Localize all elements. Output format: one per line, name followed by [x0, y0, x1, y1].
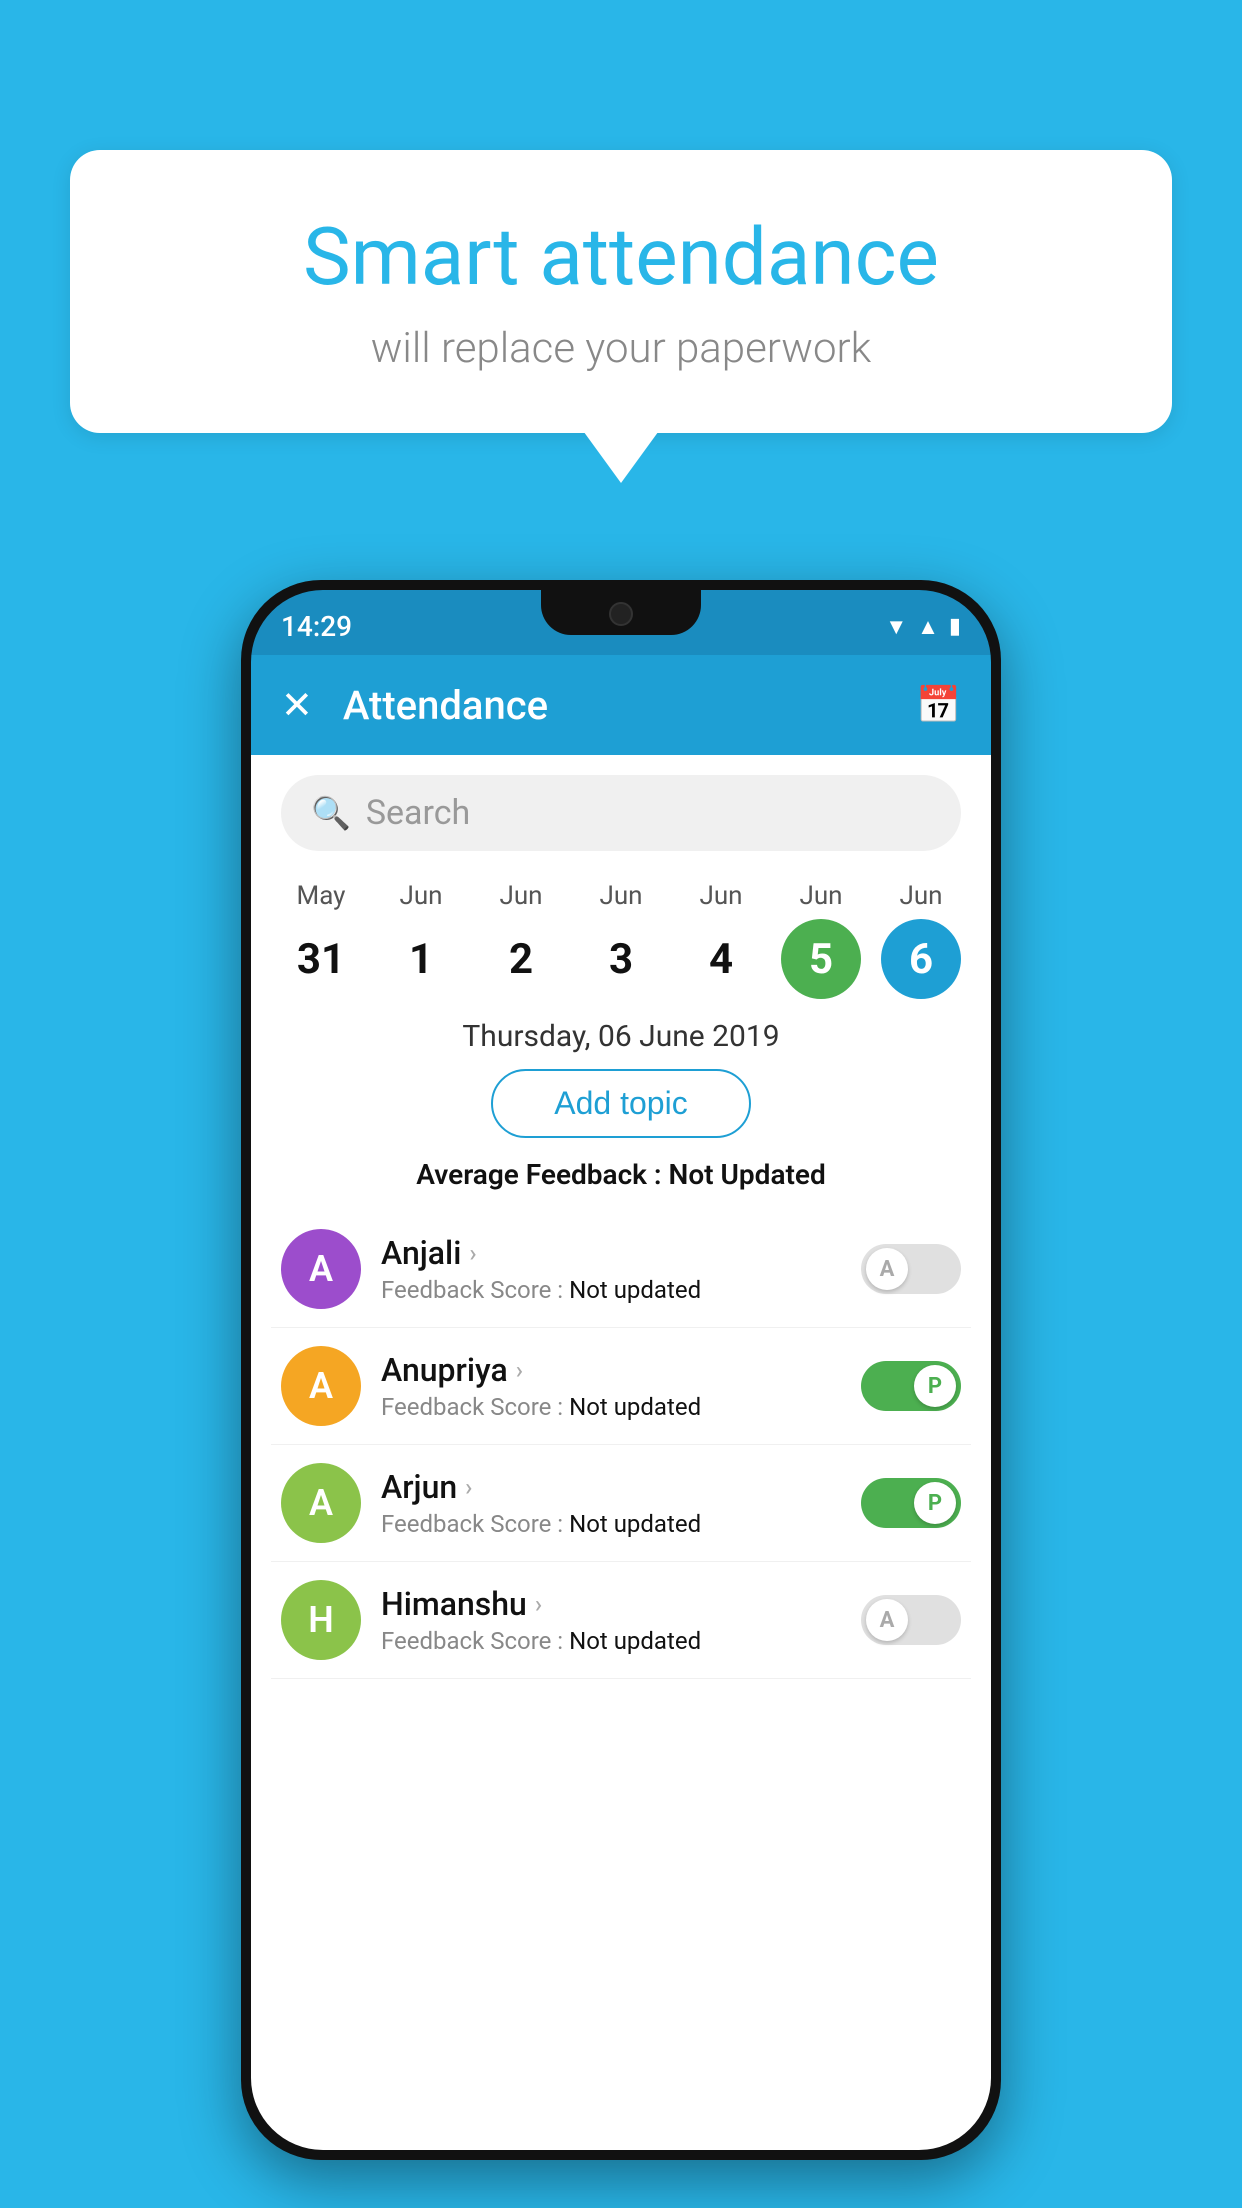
avg-feedback-value: Not Updated: [669, 1158, 826, 1191]
app-bar: ✕ Attendance 📅: [251, 655, 991, 755]
calendar-day-2[interactable]: Jun 2: [474, 881, 569, 999]
calendar-strip: May 31 Jun 1 Jun 2 Jun 3 Jun 4 Jun 5 Jun 6: [251, 871, 991, 999]
speech-bubble-container: Smart attendance will replace your paper…: [70, 150, 1172, 433]
phone-inner: 14:29 ▼ ▲ ▮ ✕ Attendance 📅 🔍 Search May 3…: [251, 590, 991, 2150]
student-name-2[interactable]: Arjun ›: [381, 1468, 841, 1506]
student-name-0[interactable]: Anjali ›: [381, 1234, 841, 1272]
toggle-container-0[interactable]: A: [861, 1244, 961, 1294]
avg-feedback: Average Feedback : Not Updated: [251, 1158, 991, 1191]
wifi-icon: ▼: [885, 614, 907, 640]
chevron-icon: ›: [465, 1473, 472, 1501]
cal-date[interactable]: 6: [881, 919, 961, 999]
cal-date[interactable]: 5: [781, 919, 861, 999]
calendar-icon[interactable]: 📅: [916, 684, 961, 726]
signal-icon: ▲: [917, 614, 939, 640]
cal-date[interactable]: 4: [681, 919, 761, 999]
student-feedback-1: Feedback Score : Not updated: [381, 1393, 841, 1421]
student-item-3[interactable]: H Himanshu › Feedback Score : Not updated A: [271, 1562, 971, 1679]
avg-feedback-label: Average Feedback :: [416, 1158, 668, 1191]
chevron-icon: ›: [516, 1356, 523, 1384]
cal-month: May: [297, 881, 346, 911]
student-feedback-3: Feedback Score : Not updated: [381, 1627, 841, 1655]
calendar-day-6[interactable]: Jun 6: [874, 881, 969, 999]
cal-date[interactable]: 1: [381, 919, 461, 999]
student-avatar-1: A: [281, 1346, 361, 1426]
calendar-day-1[interactable]: Jun 1: [374, 881, 469, 999]
cal-month: Jun: [399, 881, 442, 911]
cal-month: Jun: [799, 881, 842, 911]
cal-month: Jun: [699, 881, 742, 911]
calendar-day-4[interactable]: Jun 4: [674, 881, 769, 999]
cal-month: Jun: [499, 881, 542, 911]
student-info-2: Arjun › Feedback Score : Not updated: [381, 1468, 841, 1538]
student-info-3: Himanshu › Feedback Score : Not updated: [381, 1585, 841, 1655]
screen-content: 🔍 Search May 31 Jun 1 Jun 2 Jun 3 Jun 4 Jun 5 Jun 6 T…: [251, 755, 991, 2150]
cal-month: Jun: [899, 881, 942, 911]
attendance-toggle-3[interactable]: A: [861, 1595, 961, 1645]
toggle-container-1[interactable]: P: [861, 1361, 961, 1411]
chevron-icon: ›: [469, 1239, 476, 1267]
status-time: 14:29: [281, 602, 352, 643]
student-item-0[interactable]: A Anjali › Feedback Score : Not updated A: [271, 1211, 971, 1328]
status-icons: ▼ ▲ ▮: [885, 606, 961, 640]
app-title: Attendance: [343, 682, 916, 729]
toggle-knob-2: P: [914, 1482, 956, 1524]
phone-notch: [541, 590, 701, 635]
feedback-value: Not updated: [569, 1510, 701, 1538]
date-header: Thursday, 06 June 2019: [251, 1019, 991, 1054]
student-feedback-2: Feedback Score : Not updated: [381, 1510, 841, 1538]
student-item-1[interactable]: A Anupriya › Feedback Score : Not updated P: [271, 1328, 971, 1445]
student-info-1: Anupriya › Feedback Score : Not updated: [381, 1351, 841, 1421]
speech-bubble-title: Smart attendance: [150, 210, 1092, 304]
calendar-day-0[interactable]: May 31: [274, 881, 369, 999]
speech-bubble: Smart attendance will replace your paper…: [70, 150, 1172, 433]
student-list: AAnjali ›Feedback Score : Not updatedAAA…: [251, 1211, 991, 1679]
phone-frame: 14:29 ▼ ▲ ▮ ✕ Attendance 📅 🔍 Search May 3…: [241, 580, 1001, 2160]
feedback-value: Not updated: [569, 1627, 701, 1655]
attendance-toggle-1[interactable]: P: [861, 1361, 961, 1411]
cal-date[interactable]: 31: [281, 919, 361, 999]
attendance-toggle-0[interactable]: A: [861, 1244, 961, 1294]
toggle-knob-0: A: [866, 1248, 908, 1290]
toggle-knob-1: P: [914, 1365, 956, 1407]
cal-month: Jun: [599, 881, 642, 911]
student-name-3[interactable]: Himanshu ›: [381, 1585, 841, 1623]
search-icon: 🔍: [311, 794, 351, 832]
student-item-2[interactable]: A Arjun › Feedback Score : Not updated P: [271, 1445, 971, 1562]
toggle-container-3[interactable]: A: [861, 1595, 961, 1645]
student-feedback-0: Feedback Score : Not updated: [381, 1276, 841, 1304]
close-button[interactable]: ✕: [281, 683, 313, 728]
add-topic-button[interactable]: Add topic: [491, 1069, 751, 1138]
feedback-value: Not updated: [569, 1276, 701, 1304]
toggle-knob-3: A: [866, 1599, 908, 1641]
student-name-1[interactable]: Anupriya ›: [381, 1351, 841, 1389]
speech-bubble-subtitle: will replace your paperwork: [150, 324, 1092, 373]
student-avatar-2: A: [281, 1463, 361, 1543]
student-info-0: Anjali › Feedback Score : Not updated: [381, 1234, 841, 1304]
calendar-day-5[interactable]: Jun 5: [774, 881, 869, 999]
battery-icon: ▮: [949, 614, 961, 639]
search-input[interactable]: Search: [366, 793, 470, 833]
chevron-icon: ›: [535, 1590, 542, 1618]
search-bar[interactable]: 🔍 Search: [281, 775, 961, 851]
cal-date[interactable]: 2: [481, 919, 561, 999]
student-avatar-0: A: [281, 1229, 361, 1309]
camera: [609, 602, 633, 626]
cal-date[interactable]: 3: [581, 919, 661, 999]
toggle-container-2[interactable]: P: [861, 1478, 961, 1528]
student-avatar-3: H: [281, 1580, 361, 1660]
attendance-toggle-2[interactable]: P: [861, 1478, 961, 1528]
feedback-value: Not updated: [569, 1393, 701, 1421]
calendar-day-3[interactable]: Jun 3: [574, 881, 669, 999]
